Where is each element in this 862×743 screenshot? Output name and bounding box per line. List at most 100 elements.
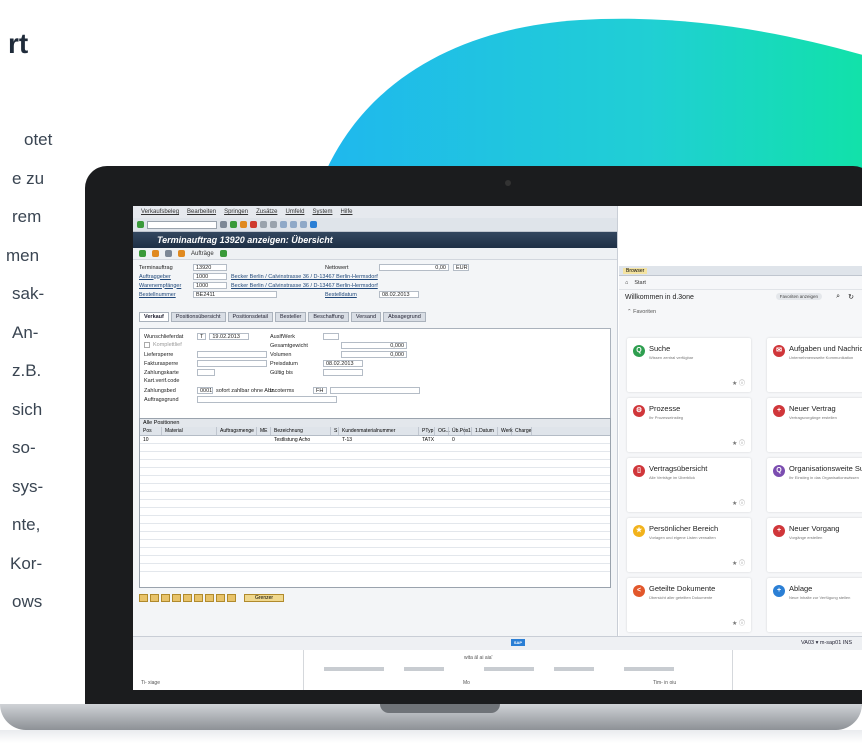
- star-icon[interactable]: ★ ⓘ: [732, 438, 745, 447]
- favorite-card[interactable]: +Neuer VorgangVorgänge erstellen★ ⓘ: [767, 518, 862, 572]
- cancel-icon[interactable]: [250, 221, 257, 228]
- po-date-label[interactable]: Bestelldatum: [325, 292, 375, 298]
- show-favorites-button[interactable]: Favoriten anzeigen: [775, 293, 822, 300]
- column-header[interactable]: OG...: [435, 427, 450, 435]
- date-type-field[interactable]: T: [197, 333, 207, 340]
- table-row[interactable]: [140, 532, 610, 540]
- table-cell[interactable]: [471, 436, 497, 443]
- column-header[interactable]: Kundenmaterialnummer: [339, 427, 419, 435]
- ship-to-field[interactable]: 1000: [193, 282, 227, 289]
- page-icon[interactable]: [290, 221, 297, 228]
- page-icon[interactable]: [300, 221, 307, 228]
- find-icon[interactable]: [270, 221, 277, 228]
- delivery-block-select[interactable]: [197, 351, 267, 358]
- exit-icon[interactable]: [240, 221, 247, 228]
- menu-item[interactable]: Springen: [224, 209, 248, 215]
- column-header[interactable]: Material: [162, 427, 217, 435]
- complete-delivery-checkbox[interactable]: [144, 342, 150, 348]
- tab-1[interactable]: Positionsübersicht: [170, 312, 226, 322]
- display-icon[interactable]: [165, 250, 172, 257]
- favorite-card[interactable]: Q Organisationsweite Suche Ihr Einstieg in…: [767, 458, 862, 512]
- refresh-icon[interactable]: ↻: [848, 293, 854, 301]
- valid-to-field[interactable]: [323, 369, 363, 376]
- table-row[interactable]: [140, 484, 610, 492]
- star-icon[interactable]: ★ ⓘ: [732, 558, 745, 567]
- print-icon[interactable]: [260, 221, 267, 228]
- table-cell[interactable]: [435, 436, 449, 443]
- column-header[interactable]: Pos: [140, 427, 162, 435]
- menu-item[interactable]: Zusätze: [256, 209, 277, 215]
- item-button[interactable]: [194, 594, 203, 602]
- sold-to-address[interactable]: Becker Berlin / Calvinstrasse 36 / D-134…: [231, 274, 378, 280]
- sold-to-field[interactable]: 1000: [193, 273, 227, 280]
- table-row[interactable]: [140, 468, 610, 476]
- payment-card-field[interactable]: [197, 369, 215, 376]
- item-button[interactable]: [161, 594, 170, 602]
- tab-browser[interactable]: Browser: [623, 268, 648, 274]
- table-row[interactable]: 10 Testlistung Acho T-13 TATX 0: [140, 436, 610, 444]
- star-icon[interactable]: ★ ⓘ: [732, 618, 745, 627]
- po-label[interactable]: Bestellnummer: [139, 292, 189, 298]
- weight-field[interactable]: 0,000: [341, 342, 407, 349]
- table-row[interactable]: [140, 444, 610, 452]
- page-icon[interactable]: [280, 221, 287, 228]
- plant-field[interactable]: [323, 333, 339, 340]
- favorite-card[interactable]: + Ablage Neue Inhalte zur Verfügung stelle…: [767, 578, 862, 632]
- column-header[interactable]: 1: [465, 427, 472, 435]
- tab-5[interactable]: Versand: [350, 312, 382, 322]
- menu-item[interactable]: Verkaufsbeleg: [141, 209, 179, 215]
- sold-to-label[interactable]: Auftraggeber: [139, 274, 189, 280]
- po-number-field[interactable]: BE2411: [193, 291, 277, 298]
- table-cell[interactable]: TATX: [419, 436, 435, 443]
- favorite-card[interactable]: ★ Persönlicher Bereich Vorlagen und eigene…: [627, 518, 751, 572]
- table-row[interactable]: [140, 548, 610, 556]
- table-row[interactable]: [140, 452, 610, 460]
- table-cell[interactable]: 0: [449, 436, 465, 443]
- table-cell[interactable]: 10: [140, 436, 162, 443]
- table-row[interactable]: [140, 508, 610, 516]
- column-header[interactable]: Werk: [498, 427, 513, 435]
- pricing-date-field[interactable]: 08.02.2013: [323, 360, 363, 367]
- grenzer-button[interactable]: Grenzer: [244, 594, 285, 602]
- req-delivery-date-field[interactable]: 19.02.2013: [209, 333, 250, 340]
- orders-button[interactable]: Aufträge: [191, 251, 214, 257]
- star-icon[interactable]: ★ ⓘ: [732, 378, 745, 387]
- table-row[interactable]: [140, 500, 610, 508]
- table-cell[interactable]: [331, 436, 339, 443]
- favorite-card[interactable]: ⚙ Prozesse Ihr Prozesseinstieg ★ ⓘ: [627, 398, 751, 452]
- item-button[interactable]: [183, 594, 192, 602]
- table-row[interactable]: [140, 524, 610, 532]
- table-cell[interactable]: [217, 436, 257, 443]
- menu-item[interactable]: System: [312, 209, 332, 215]
- column-header[interactable]: ME: [257, 427, 271, 435]
- column-header[interactable]: Charge: [512, 427, 532, 435]
- table-cell[interactable]: [257, 436, 271, 443]
- table-row[interactable]: [140, 476, 610, 484]
- menu-item[interactable]: Hilfe: [340, 209, 352, 215]
- column-header[interactable]: S: [331, 427, 339, 435]
- favorite-card[interactable]: + Neuer Vertrag Vertragsvorgänge erstellen…: [767, 398, 862, 452]
- table-cell[interactable]: T-13: [339, 436, 419, 443]
- favorite-card[interactable]: Q Suche Wissen zentral verfügbar ★ ⓘ: [627, 338, 751, 392]
- column-header[interactable]: Auftragsmenge: [217, 427, 257, 435]
- billing-block-select[interactable]: [197, 360, 267, 367]
- item-button[interactable]: [172, 594, 181, 602]
- table-row[interactable]: [140, 492, 610, 500]
- table-row[interactable]: [140, 564, 610, 572]
- incoterms-field[interactable]: FH: [313, 387, 327, 394]
- doc-icon[interactable]: [178, 250, 185, 257]
- table-cell[interactable]: Testlistung Acho: [271, 436, 331, 443]
- menu-item[interactable]: Umfeld: [285, 209, 304, 215]
- column-header[interactable]: Üb.Pos: [449, 427, 468, 435]
- back-icon[interactable]: [230, 221, 237, 228]
- table-cell[interactable]: [497, 436, 511, 443]
- item-button[interactable]: [216, 594, 225, 602]
- save-icon[interactable]: [220, 221, 227, 228]
- table-row[interactable]: [140, 556, 610, 564]
- column-header[interactable]: Bezeichnung: [271, 427, 331, 435]
- table-cell[interactable]: [162, 436, 217, 443]
- tab-4[interactable]: Beschaffung: [308, 312, 349, 322]
- star-icon[interactable]: ★ ⓘ: [732, 498, 745, 507]
- command-field[interactable]: [147, 220, 217, 229]
- help-icon[interactable]: [310, 221, 317, 228]
